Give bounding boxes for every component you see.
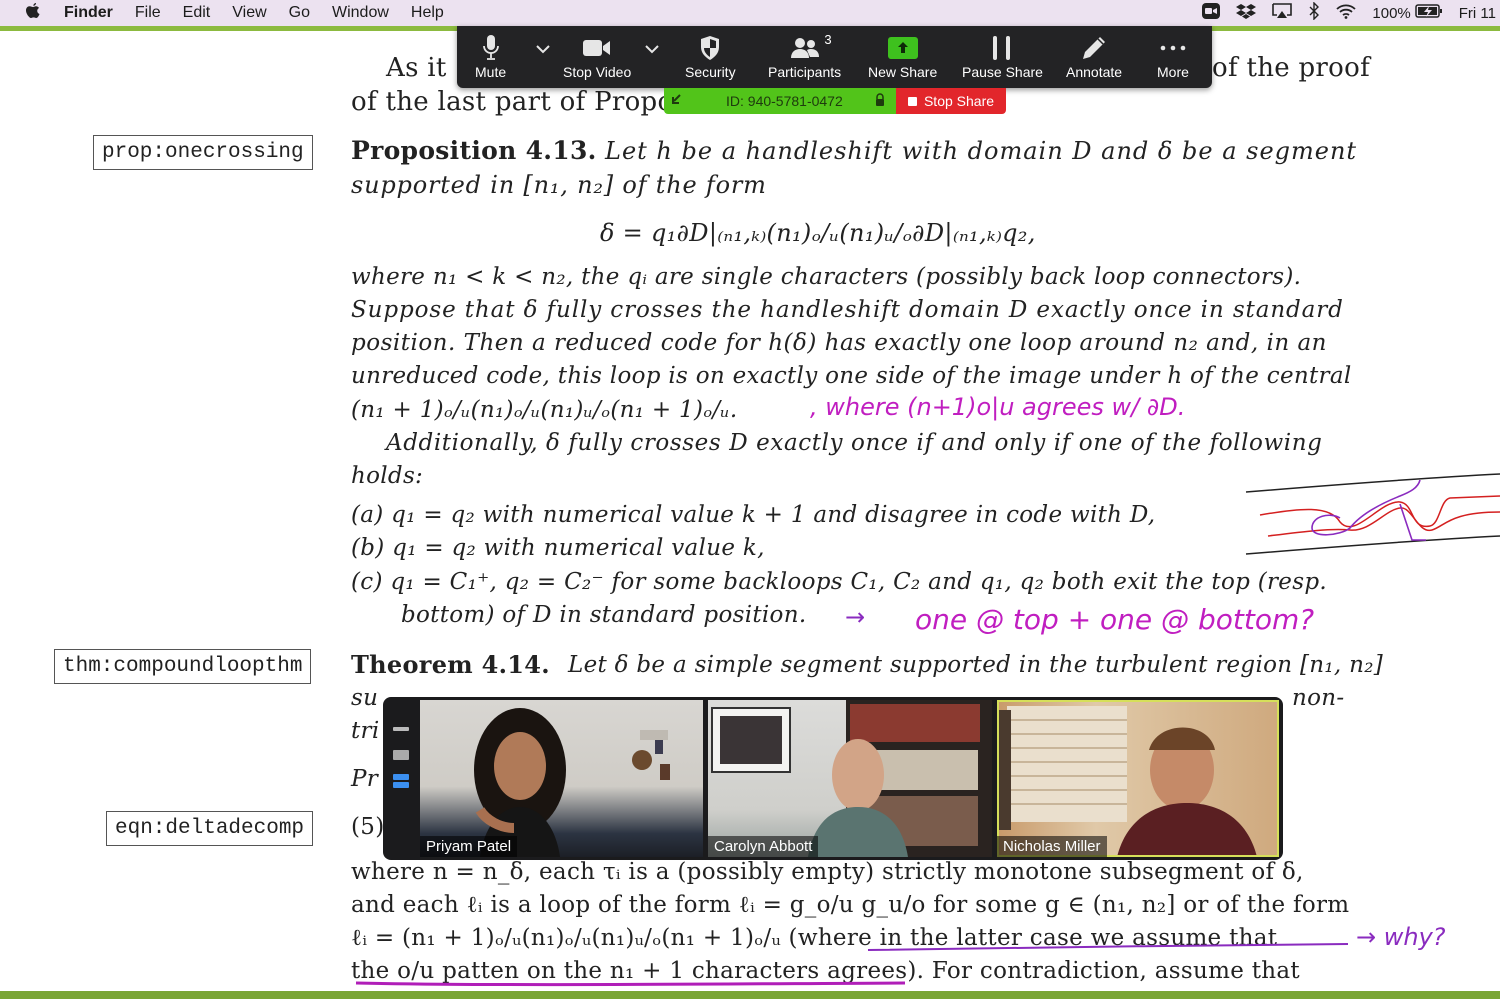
battery-percent: 100% [1372, 4, 1411, 22]
gallery-strip-icon[interactable] [393, 774, 409, 788]
apple-icon[interactable] [24, 2, 42, 25]
menu-file[interactable]: File [135, 4, 161, 22]
video-tile[interactable]: Priyam Patel [420, 700, 703, 857]
sketch-boundary-top [1245, 473, 1500, 493]
microphone-icon [482, 32, 500, 64]
participants-label: Participants [768, 64, 842, 80]
participant-name: Priyam Patel [420, 836, 518, 857]
stop-video-label: Stop Video [563, 64, 632, 80]
sketch-boundary-bottom [1245, 535, 1500, 555]
share-arrow-icon [887, 32, 918, 64]
pencil-icon [1081, 32, 1107, 64]
window-border-bottom [0, 991, 1500, 999]
sketch-purple-strand [1311, 479, 1426, 541]
security-button[interactable]: Security [685, 32, 736, 80]
stop-share-label: Stop Share [923, 93, 995, 109]
new-share-button[interactable]: New Share [868, 32, 937, 80]
video-tile-active-speaker[interactable]: Nicholas Miller [997, 700, 1279, 857]
participant-name: Carolyn Abbott [708, 836, 819, 857]
security-label: Security [685, 64, 736, 80]
sketch-red-strand-lower [1267, 507, 1500, 537]
thumbnail-view-icon[interactable] [393, 750, 409, 760]
pause-share-button[interactable]: Pause Share [962, 32, 1043, 80]
video-camera-icon [582, 32, 612, 64]
participant-count: 3 [824, 32, 832, 47]
annotation-sketch-diagram [1245, 473, 1500, 555]
airplay-icon[interactable] [1272, 3, 1293, 23]
annotate-button[interactable]: Annotate [1066, 32, 1122, 80]
more-label: More [1157, 64, 1189, 80]
collapse-arrow-icon[interactable] [670, 93, 682, 110]
menu-finder[interactable]: Finder [64, 4, 113, 22]
menu-window[interactable]: Window [332, 4, 389, 22]
participant-name: Nicholas Miller [997, 836, 1107, 857]
dropbox-icon[interactable] [1236, 3, 1257, 23]
sketch-red-strand-upper [1259, 495, 1500, 528]
stop-video-button[interactable]: Stop Video [563, 32, 631, 80]
annotate-label: Annotate [1066, 64, 1123, 80]
macos-menu-bar: Finder File Edit View Go Window Help 100… [0, 0, 1500, 26]
minimize-icon[interactable] [393, 727, 409, 731]
meeting-info-bar[interactable]: ID: 940-5781-0472 [664, 88, 896, 114]
zoom-icon[interactable] [1202, 3, 1221, 23]
underline-where-latter-case [867, 943, 1349, 951]
pause-share-label: Pause Share [962, 64, 1043, 80]
menu-go[interactable]: Go [289, 4, 310, 22]
zoom-share-toolbar: Mute Stop Video Security 3 Participants … [457, 26, 1212, 88]
stop-square-icon [907, 96, 917, 106]
stop-share-button[interactable]: Stop Share [896, 88, 1006, 114]
video-gallery-strip[interactable]: Priyam Patel Carolyn Abbott Nicholas Mil… [383, 697, 1283, 860]
ellipsis-icon [1160, 32, 1186, 64]
participant-video-feed [711, 700, 992, 857]
participant-video-feed [997, 706, 1257, 857]
menu-help[interactable]: Help [411, 4, 444, 22]
participants-button[interactable]: 3 Participants [768, 32, 841, 80]
participants-icon: 3 [790, 32, 832, 64]
lock-icon [875, 92, 885, 110]
pause-icon [990, 32, 1014, 64]
new-share-label: New Share [868, 64, 938, 80]
wifi-icon[interactable] [1336, 3, 1357, 23]
video-options-chevron-icon[interactable] [644, 42, 660, 60]
mute-label: Mute [475, 64, 507, 80]
mute-button[interactable]: Mute [475, 32, 506, 80]
menu-edit[interactable]: Edit [183, 4, 211, 22]
menu-extras: 100% Fri 11 [1202, 0, 1500, 26]
bluetooth-icon[interactable] [1308, 1, 1320, 24]
video-tile[interactable]: Carolyn Abbott [708, 700, 992, 857]
clock[interactable]: Fri 11 [1459, 5, 1496, 22]
meeting-id: ID: 940-5781-0472 [726, 93, 843, 109]
more-button[interactable]: More [1157, 32, 1189, 80]
menu-view[interactable]: View [232, 4, 266, 22]
shield-icon [699, 32, 721, 64]
battery-charging-icon[interactable] [1415, 3, 1443, 23]
underline-ou-pattern [355, 981, 906, 987]
audio-options-chevron-icon[interactable] [535, 42, 551, 60]
participant-video-feed [474, 708, 670, 857]
